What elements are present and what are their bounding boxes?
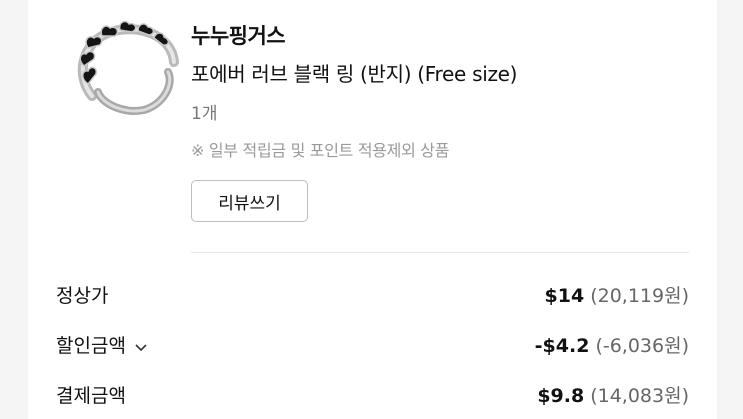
chevron-down-icon[interactable]	[134, 340, 148, 354]
regular-price-row: 정상가 $14 (20,119원)	[56, 281, 689, 311]
heart-ring-image	[77, 20, 179, 115]
payment-amount-value: $9.8 (14,083원)	[537, 381, 689, 412]
points-exclusion-notice: ※ 일부 적립금 및 포인트 적용제외 상품	[191, 141, 450, 160]
discount-amount: -$4.2	[534, 335, 590, 357]
seller-name[interactable]: 누누핑거스	[191, 20, 286, 50]
write-review-button[interactable]: 리뷰쓰기	[191, 180, 308, 222]
product-name[interactable]: 포에버 러브 블랙 링 (반지) (Free size)	[191, 58, 517, 87]
regular-price-amount: $14	[544, 285, 585, 307]
order-item-card: 누누핑거스 포에버 러브 블랙 링 (반지) (Free size) 1개 ※ …	[28, 0, 717, 419]
discount-label-text: 할인금액	[56, 335, 126, 357]
discount-label[interactable]: 할인금액	[56, 331, 148, 361]
payment-amount: $9.8	[537, 385, 585, 407]
payment-krw: (14,083원)	[590, 385, 689, 407]
discount-row[interactable]: 할인금액 -$4.2 (-6,036원)	[56, 331, 689, 361]
regular-price-label: 정상가	[56, 285, 109, 307]
product-thumbnail[interactable]	[64, 14, 184, 124]
payment-amount-row: 결제금액 $9.8 (14,083원)	[56, 381, 689, 411]
regular-price-krw: (20,119원)	[590, 285, 689, 307]
divider	[191, 252, 689, 253]
product-quantity: 1개	[191, 104, 218, 124]
discount-value: -$4.2 (-6,036원)	[535, 331, 689, 362]
payment-amount-label: 결제금액	[56, 385, 126, 407]
regular-price-value: $14 (20,119원)	[545, 281, 689, 312]
discount-krw: (-6,036원)	[595, 335, 689, 357]
